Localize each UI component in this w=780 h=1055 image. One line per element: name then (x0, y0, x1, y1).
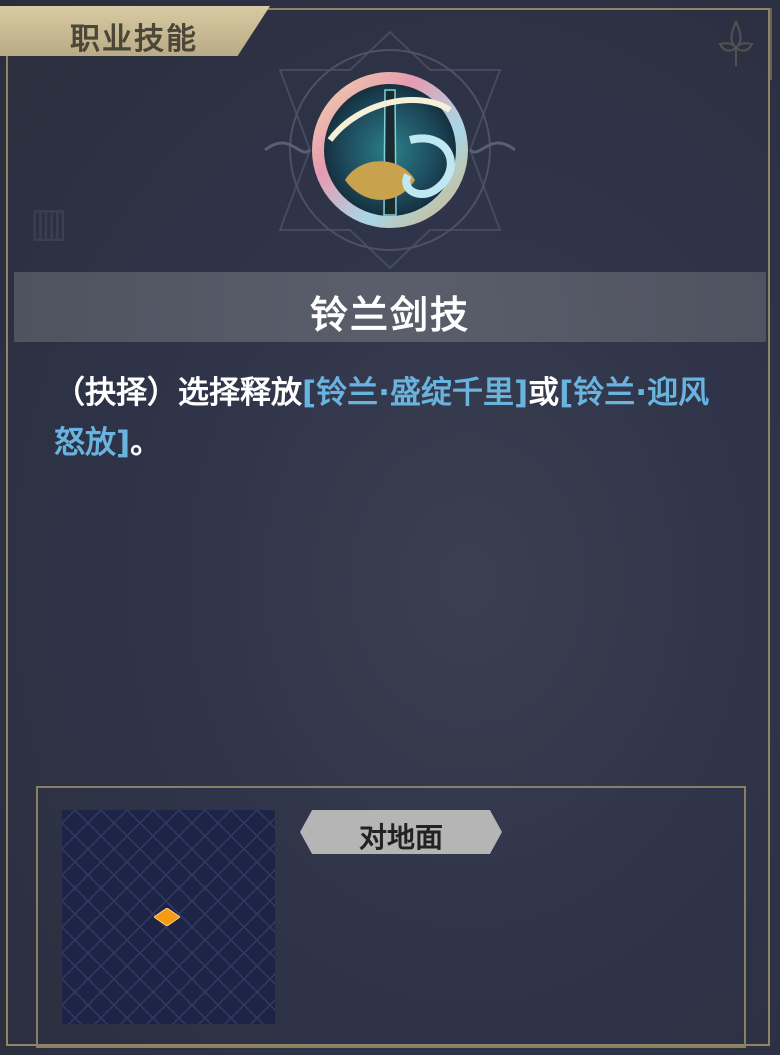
skill-detail-panel: ▥ 职业技能 铃兰剑技 （抉择）选择释放[铃兰·盛绽千里]或[铃兰·迎风怒放]。… (0, 0, 780, 1055)
target-type-tag: 对地面 (300, 810, 502, 854)
panel-title: 职业技能 (70, 22, 198, 57)
description-middle: 或 (528, 375, 560, 411)
fleur-ornament-icon (718, 19, 754, 66)
skill-name-bar: 铃兰剑技 (14, 272, 766, 342)
description-prefix: （抉择）选择释放 (54, 375, 302, 411)
description-suffix: 。 (130, 425, 162, 461)
title-tab: 职业技能 (0, 6, 270, 56)
skill-name: 铃兰剑技 (309, 293, 470, 337)
sword-crescent-emblem-icon (264, 30, 516, 270)
target-type-label: 对地面 (358, 821, 443, 854)
skill-description: （抉择）选择释放[铃兰·盛绽千里]或[铃兰·迎风怒放]。 (54, 368, 734, 468)
orange-diamond-marker-icon (154, 908, 180, 926)
option-link-bloom[interactable]: [铃兰·盛绽千里] (302, 375, 528, 411)
